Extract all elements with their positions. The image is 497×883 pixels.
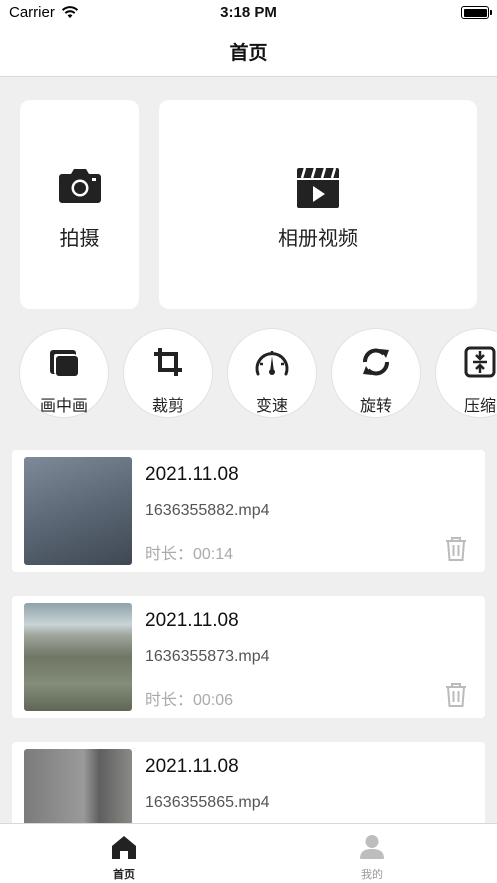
status-bar: Carrier 3:18 PM <box>0 0 497 26</box>
video-filename: 1636355882.mp4 <box>145 502 270 519</box>
video-duration: 时长：00:14 <box>145 546 234 563</box>
video-list-item[interactable]: 2021.11.08 1636355882.mp4 时长：00:14 <box>12 450 485 572</box>
album-video-button[interactable]: 相册视频 <box>159 100 477 309</box>
tab-bar: 首页 我的 <box>0 823 497 883</box>
camera-icon <box>58 169 101 203</box>
home-icon <box>112 836 136 859</box>
speedometer-icon <box>255 351 289 376</box>
tab-home-label: 首页 <box>113 868 135 881</box>
crop-icon <box>154 348 182 376</box>
tab-mine-label: 我的 <box>361 868 383 881</box>
page-title: 首页 <box>229 42 268 64</box>
user-icon <box>360 835 384 859</box>
video-filename: 1636355873.mp4 <box>145 648 270 665</box>
trash-icon[interactable] <box>444 682 468 708</box>
navigation-bar: 首页 <box>0 26 497 77</box>
video-duration: 时长：00:06 <box>145 692 234 709</box>
tool-label: 旋转 <box>359 396 392 415</box>
tool-speed[interactable]: 变速 <box>227 328 317 418</box>
tool-label: 变速 <box>255 396 288 415</box>
clapperboard-icon <box>297 167 339 208</box>
compress-icon <box>464 346 496 378</box>
video-date: 2021.11.08 <box>145 610 239 631</box>
trash-icon[interactable] <box>444 536 468 562</box>
tool-rotate[interactable]: 旋转 <box>331 328 421 418</box>
video-filename: 1636355865.mp4 <box>145 794 270 811</box>
tool-picture-in-picture[interactable]: 画中画 <box>19 328 109 418</box>
tool-label: 压缩 <box>463 396 496 415</box>
tool-compress[interactable]: 压缩 <box>435 328 497 418</box>
video-thumbnail <box>24 457 132 565</box>
tool-label: 画中画 <box>39 396 88 415</box>
battery-icon <box>461 6 492 19</box>
tool-label: 裁剪 <box>151 396 184 415</box>
shoot-button[interactable]: 拍摄 <box>20 100 139 309</box>
shoot-label: 拍摄 <box>59 226 100 250</box>
video-date: 2021.11.08 <box>145 464 239 485</box>
picture-in-picture-icon <box>50 350 78 376</box>
video-thumbnail <box>24 603 132 711</box>
status-time: 3:18 PM <box>220 4 277 21</box>
tab-mine[interactable]: 我的 <box>312 824 432 883</box>
tool-row: 画中画 裁剪 变速 旋转 压缩 <box>0 328 497 420</box>
video-date: 2021.11.08 <box>145 756 239 777</box>
tool-crop[interactable]: 裁剪 <box>123 328 213 418</box>
album-video-label: 相册视频 <box>278 226 358 250</box>
rotate-icon <box>363 348 389 376</box>
video-list-item[interactable]: 2021.11.08 1636355873.mp4 时长：00:06 <box>12 596 485 718</box>
tab-home[interactable]: 首页 <box>64 824 184 883</box>
